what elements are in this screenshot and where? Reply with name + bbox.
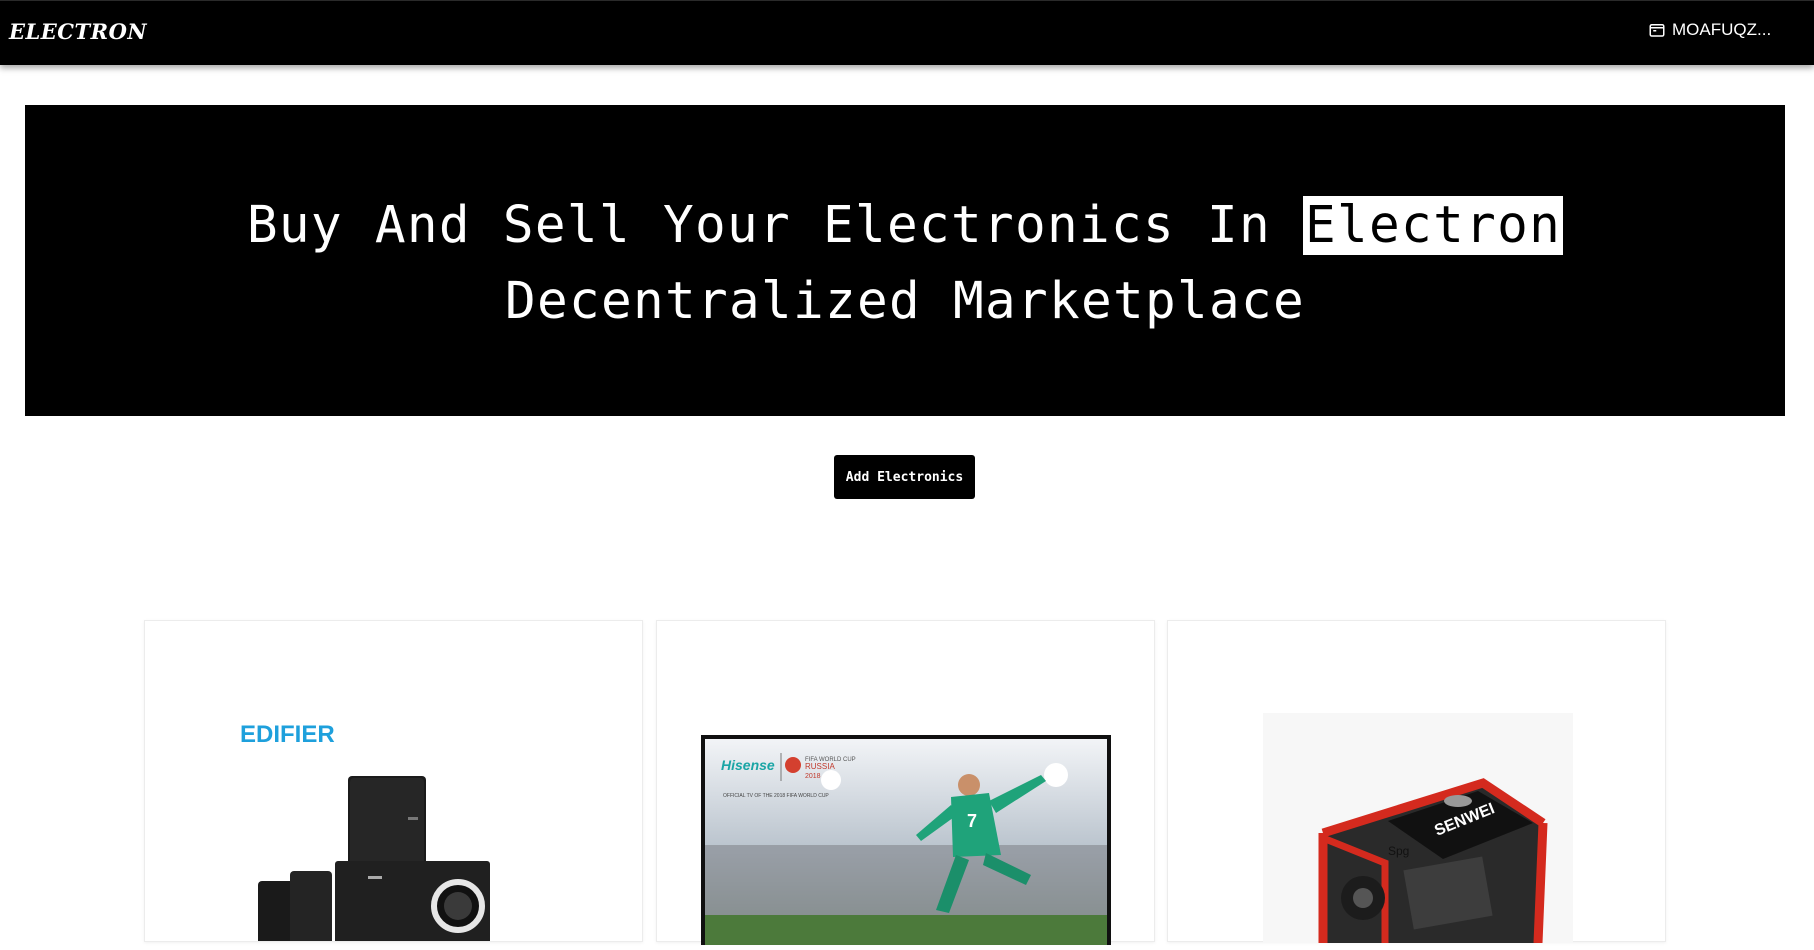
fifa-badge-line2: RUSSIA <box>805 762 835 771</box>
tv-tagline: OFFICIAL TV OF THE 2018 FIFA WORLD CUP <box>723 793 829 799</box>
hero-title-suffix: Decentralized Marketplace <box>504 272 1306 331</box>
television-graphic: Hisense FIFA WORLD CUP RUSSIA 2018 OFFIC… <box>701 735 1111 945</box>
wallet-button[interactable]: MOAFUQZ... <box>1648 19 1771 41</box>
tv-brand-label: Hisense <box>721 757 775 773</box>
generator-graphic: SENWEI Spg <box>1263 713 1573 944</box>
product-card[interactable]: EDIFIER <box>144 620 643 942</box>
television-image: Hisense FIFA WORLD CUP RUSSIA 2018 OFFIC… <box>701 735 1111 945</box>
hero-title-highlight: Electron <box>1303 196 1564 255</box>
add-electronics-button[interactable]: Add Electronics <box>834 455 975 499</box>
top-navbar: ELECTRON MOAFUQZ... <box>0 0 1814 65</box>
hero-banner: Buy And Sell Your Electronics In Electro… <box>25 105 1785 416</box>
fifa-badge-line3: 2018 <box>805 773 821 780</box>
speaker-system-image: EDIFIER <box>240 721 500 941</box>
speaker-graphic <box>258 776 490 941</box>
generator-image: SENWEI Spg <box>1263 713 1573 944</box>
brand-logo[interactable]: ELECTRON <box>9 19 147 44</box>
product-card[interactable]: Hisense FIFA WORLD CUP RUSSIA 2018 OFFIC… <box>656 620 1155 945</box>
generator-tag: Spg <box>1388 844 1409 858</box>
wallet-address: MOAFUQZ... <box>1672 20 1772 39</box>
hero-title: Buy And Sell Your Electronics In Electro… <box>25 188 1785 340</box>
jersey-number: 7 <box>967 811 977 831</box>
wallet-icon <box>1649 24 1665 37</box>
product-card[interactable]: SENWEI Spg <box>1167 620 1666 944</box>
hero-title-prefix: Buy And Sell Your Electronics In <box>246 196 1304 255</box>
